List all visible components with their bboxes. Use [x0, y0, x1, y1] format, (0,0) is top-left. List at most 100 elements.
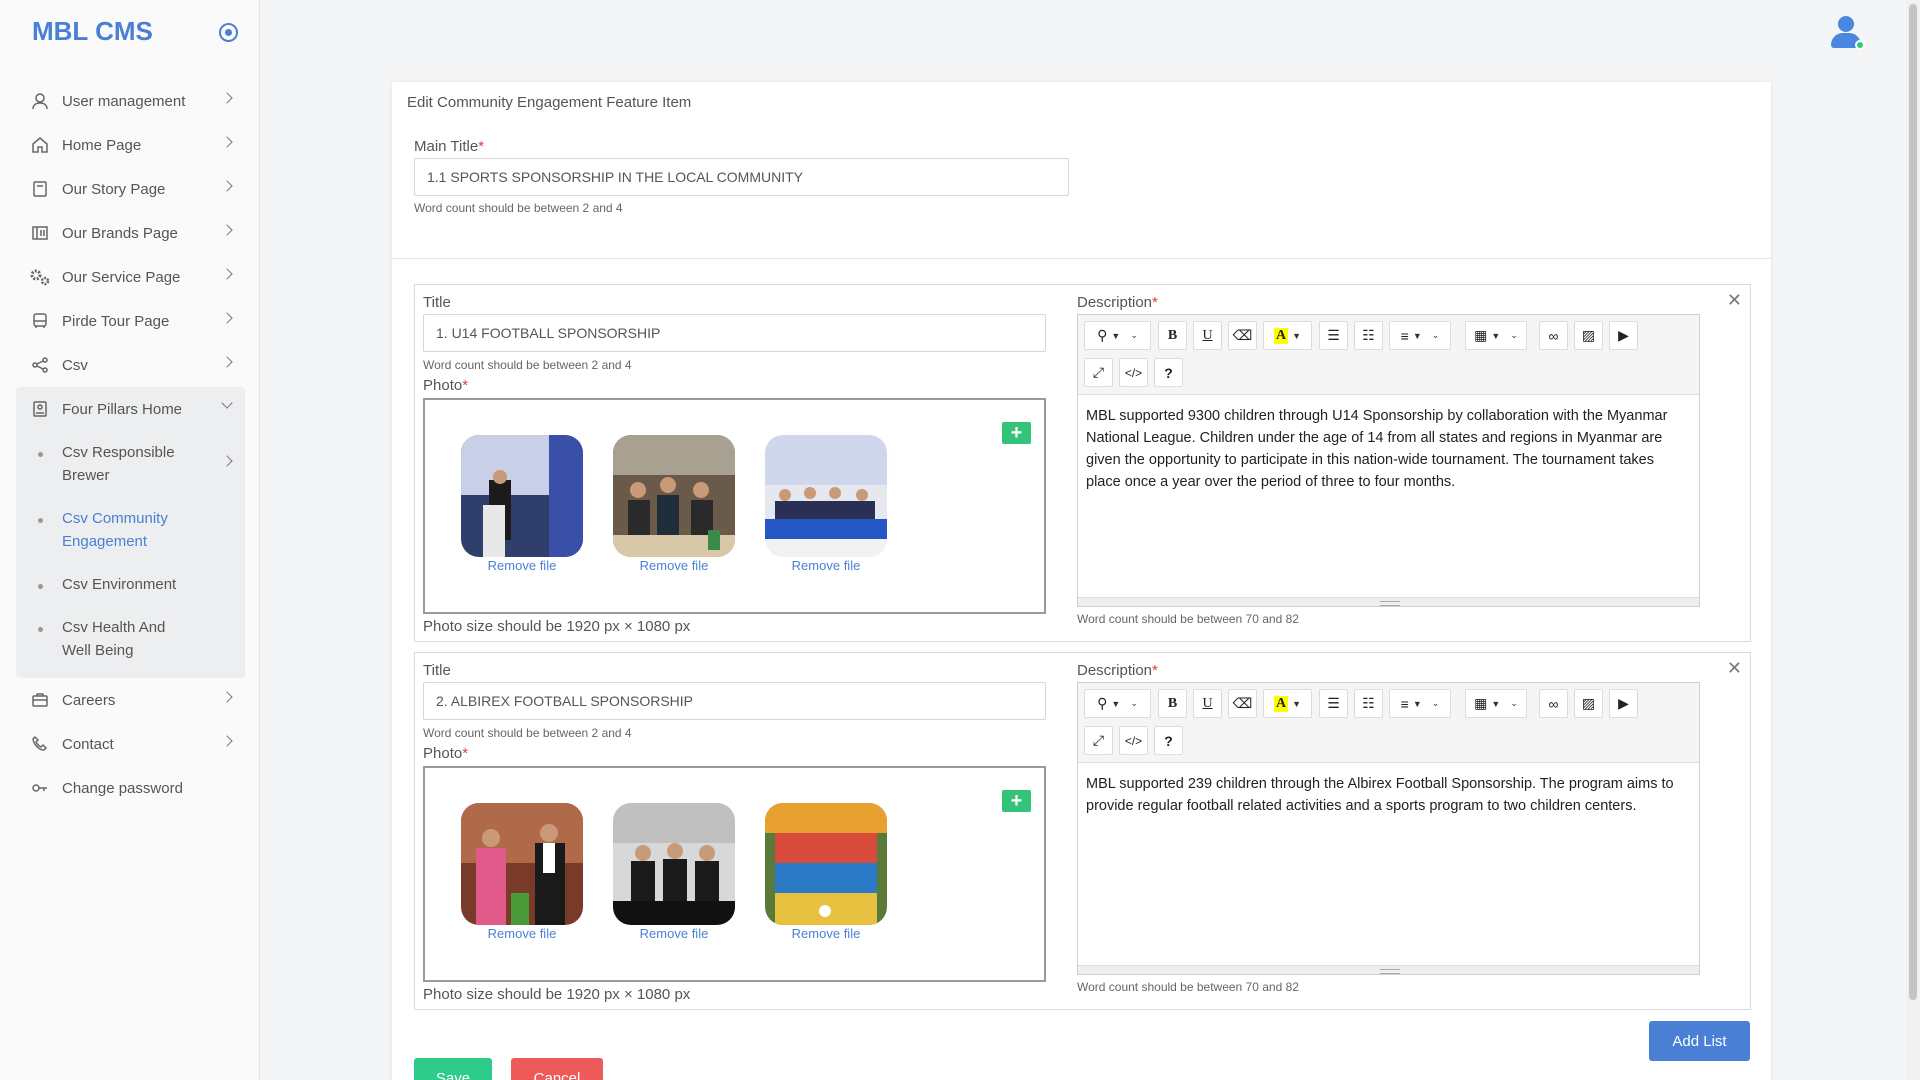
numbered-list-icon: ☷: [1362, 695, 1375, 711]
help-button[interactable]: ?: [1154, 358, 1183, 387]
help-button[interactable]: ?: [1154, 726, 1183, 755]
title-input[interactable]: 2. ALBIREX FOOTBALL SPONSORSHIP: [423, 682, 1046, 720]
photo-hint: Photo size should be 1920 px × 1080 px: [423, 986, 691, 1003]
main-title-input[interactable]: 1.1 SPORTS SPONSORSHIP IN THE LOCAL COMM…: [414, 158, 1069, 196]
phone-icon: [29, 733, 51, 755]
table-dropdown[interactable]: ▦ ▼ ⌄: [1465, 321, 1527, 350]
editor-toolbar: ⚲ ▼ ⌄ B U ⌫ A ▼ ☰ ☷ ≡ ▼ ⌄ ▦ ▼ ⌄ ∞ ▨ ▶ ⤢ </> ?: [1078, 315, 1699, 395]
paragraph-dropdown[interactable]: ≡ ▼ ⌄: [1389, 321, 1451, 350]
remove-file-link[interactable]: Remove file: [765, 558, 887, 573]
sidebar-item-label: Pirde Tour Page: [62, 312, 170, 330]
photo-thumbnail: [461, 803, 583, 925]
chevron-right-icon: [221, 455, 233, 467]
share-icon: [29, 354, 51, 376]
sidebar-subitem-responsible-brewer[interactable]: Csv Responsible Brewer: [16, 431, 245, 497]
sidebar-subitem-environment[interactable]: Csv Environment: [16, 563, 245, 606]
sidebar-item-label: Change password: [62, 779, 183, 797]
bold-button[interactable]: B: [1158, 321, 1187, 350]
underline-button[interactable]: U: [1193, 321, 1222, 350]
chevron-down-icon: ⌄: [1510, 330, 1518, 340]
style-dropdown[interactable]: ⚲ ▼ ⌄: [1084, 321, 1151, 350]
editor-content[interactable]: MBL supported 239 children through the A…: [1078, 763, 1699, 965]
sidebar-item-careers[interactable]: Careers: [16, 678, 245, 722]
chevron-down-icon: ⌄: [1431, 698, 1440, 708]
bullet-list-icon: ☰: [1327, 327, 1340, 343]
sidebar-item-our-story[interactable]: Our Story Page: [16, 167, 245, 211]
required-mark: *: [1152, 662, 1158, 679]
sidebar-toggle-icon[interactable]: [219, 23, 238, 42]
remove-file-link[interactable]: Remove file: [461, 926, 583, 941]
codeview-button[interactable]: </>: [1119, 358, 1148, 387]
eraser-button[interactable]: ⌫: [1228, 689, 1257, 718]
unordered-list-button[interactable]: ☰: [1319, 321, 1348, 350]
link-icon: ∞: [1548, 695, 1559, 712]
home-icon: [29, 134, 51, 156]
link-button[interactable]: ∞: [1539, 321, 1568, 350]
font-color-button[interactable]: A ▼: [1263, 689, 1312, 718]
codeview-button[interactable]: </>: [1119, 726, 1148, 755]
sidebar-item-csv[interactable]: Csv: [16, 343, 245, 387]
bold-button[interactable]: B: [1158, 689, 1187, 718]
description-label-text: Description: [1077, 662, 1153, 679]
sidebar-item-home-page[interactable]: Home Page: [16, 123, 245, 167]
magic-wand-icon: ⚲: [1097, 695, 1108, 711]
close-icon[interactable]: ✕: [1727, 659, 1742, 677]
video-button[interactable]: ▶: [1609, 689, 1638, 718]
photo-label-text: Photo: [423, 745, 463, 762]
unordered-list-button[interactable]: ☰: [1319, 689, 1348, 718]
add-list-button[interactable]: Add List: [1649, 1021, 1750, 1061]
add-photo-button[interactable]: +: [1002, 790, 1031, 812]
paragraph-dropdown[interactable]: ≡ ▼ ⌄: [1389, 689, 1451, 718]
add-photo-button[interactable]: +: [1002, 422, 1031, 444]
save-button[interactable]: Save: [414, 1058, 492, 1080]
sidebar-item-our-service[interactable]: Our Service Page: [16, 255, 245, 299]
ordered-list-button[interactable]: ☷: [1354, 321, 1383, 350]
fullscreen-button[interactable]: ⤢: [1084, 726, 1113, 755]
chevron-right-icon: [221, 180, 233, 192]
remove-file-link[interactable]: Remove file: [765, 926, 887, 941]
photo-label: Photo*: [423, 377, 468, 394]
sidebar-subitem-health-wellbeing[interactable]: Csv Health And Well Being: [16, 606, 245, 672]
user-avatar[interactable]: [1829, 14, 1865, 50]
bus-icon: [29, 310, 51, 332]
photo-dropzone[interactable]: Remove file Remove file Remove file +: [423, 398, 1046, 614]
font-color-button[interactable]: A ▼: [1263, 321, 1312, 350]
scrollbar-thumb[interactable]: [1909, 4, 1917, 1000]
underline-button[interactable]: U: [1193, 689, 1222, 718]
eraser-icon: ⌫: [1232, 327, 1253, 343]
eraser-button[interactable]: ⌫: [1228, 321, 1257, 350]
close-icon[interactable]: ✕: [1727, 291, 1742, 309]
sidebar-subitem-community-engagement[interactable]: Csv Community Engagement: [16, 497, 245, 563]
fullscreen-button[interactable]: ⤢: [1084, 358, 1113, 387]
sidebar-subitem-label: Csv Health And Well Being: [62, 619, 166, 659]
ordered-list-button[interactable]: ☷: [1354, 689, 1383, 718]
remove-file-link[interactable]: Remove file: [461, 558, 583, 573]
remove-file-link[interactable]: Remove file: [613, 558, 735, 573]
sidebar-item-change-password[interactable]: Change password: [16, 766, 245, 810]
align-icon: ≡: [1400, 695, 1409, 712]
sidebar-item-pride-tour[interactable]: Pirde Tour Page: [16, 299, 245, 343]
style-dropdown[interactable]: ⚲ ▼ ⌄: [1084, 689, 1151, 718]
sidebar-item-label: Four Pillars Home: [62, 400, 183, 418]
page-scrollbar[interactable]: [1906, 0, 1920, 1080]
cancel-button[interactable]: Cancel: [511, 1058, 603, 1080]
sidebar-item-our-brands[interactable]: Our Brands Page: [16, 211, 245, 255]
title-input[interactable]: 1. U14 FOOTBALL SPONSORSHIP: [423, 314, 1046, 352]
sidebar-subitem-label: Csv Environment: [62, 576, 177, 593]
brand-logo[interactable]: MBL CMS: [32, 16, 153, 47]
sidebar-item-user-management[interactable]: User management: [16, 79, 245, 123]
photo-thumbnail: [765, 435, 887, 557]
table-dropdown[interactable]: ▦ ▼ ⌄: [1465, 689, 1527, 718]
editor-content[interactable]: MBL supported 9300 children through U14 …: [1078, 395, 1699, 597]
sidebar-item-contact[interactable]: Contact: [16, 722, 245, 766]
photo-dropzone[interactable]: Remove file Remove file Remove file +: [423, 766, 1046, 982]
image-button[interactable]: ▨: [1574, 321, 1603, 350]
editor-resize-handle[interactable]: [1078, 597, 1699, 606]
sidebar-item-four-pillars-home[interactable]: Four Pillars Home: [16, 387, 245, 431]
link-button[interactable]: ∞: [1539, 689, 1568, 718]
remove-file-link[interactable]: Remove file: [613, 926, 735, 941]
editor-resize-handle[interactable]: [1078, 965, 1699, 974]
video-button[interactable]: ▶: [1609, 321, 1638, 350]
image-button[interactable]: ▨: [1574, 689, 1603, 718]
gears-icon: [29, 266, 51, 288]
